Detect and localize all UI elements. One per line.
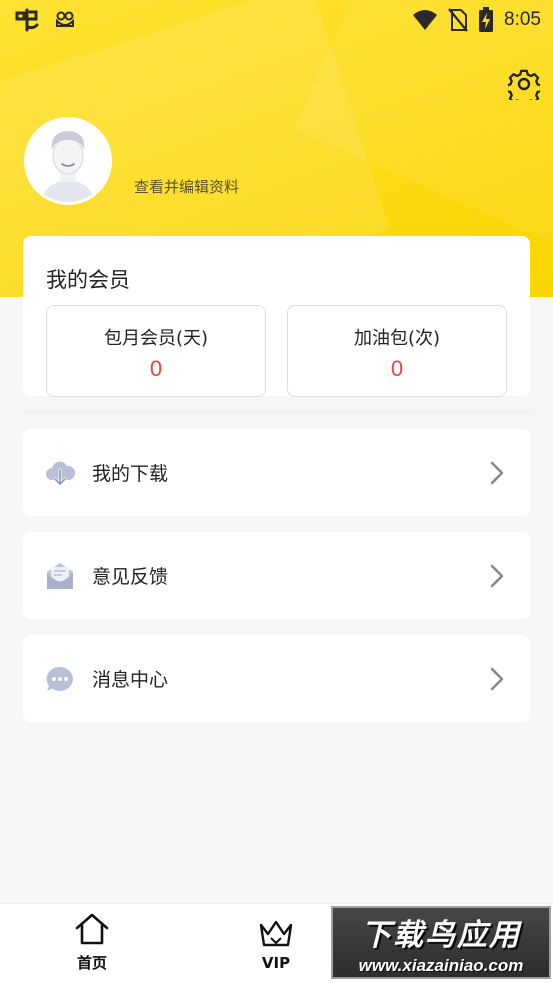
section-divider bbox=[23, 412, 530, 413]
cloud-download-icon bbox=[45, 458, 75, 488]
menu-item-label: 意见反馈 bbox=[92, 566, 169, 588]
app-logo-icon bbox=[14, 7, 40, 33]
chat-bubble-icon bbox=[45, 664, 75, 694]
settings-button[interactable] bbox=[506, 66, 542, 102]
status-bar: 8:05 bbox=[0, 0, 553, 40]
gear-icon bbox=[508, 69, 540, 100]
membership-title: 我的会员 bbox=[46, 268, 130, 292]
monthly-membership-label: 包月会员(天) bbox=[103, 328, 209, 349]
no-sim-icon bbox=[448, 8, 468, 32]
crown-icon bbox=[259, 920, 293, 947]
watermark-title: 下载鸟应用 bbox=[361, 917, 521, 953]
monthly-membership-box[interactable]: 包月会员(天) 0 bbox=[46, 305, 266, 397]
menu-item-label: 消息中心 bbox=[92, 669, 169, 691]
nav-tab-vip[interactable]: VIP bbox=[231, 918, 321, 972]
avatar[interactable] bbox=[24, 117, 112, 205]
chevron-right-icon bbox=[482, 461, 512, 485]
boost-pack-label: 加油包(次) bbox=[353, 328, 441, 349]
membership-card: 我的会员 包月会员(天) 0 加油包(次) 0 bbox=[23, 236, 530, 397]
wifi-icon bbox=[412, 9, 438, 31]
nav-tab-home[interactable]: 首页 bbox=[47, 912, 137, 973]
menu-item-downloads[interactable]: 我的下载 bbox=[23, 429, 530, 516]
frog-icon bbox=[54, 9, 76, 31]
chevron-right-icon bbox=[482, 667, 512, 691]
site-watermark: 下载鸟应用 www.xiazainiao.com bbox=[331, 906, 551, 979]
monthly-membership-count: 0 bbox=[149, 356, 163, 381]
nav-tab-vip-label: VIP bbox=[261, 954, 291, 972]
menu-item-label: 我的下载 bbox=[92, 463, 169, 485]
envelope-icon bbox=[45, 561, 75, 591]
boost-pack-count: 0 bbox=[390, 356, 404, 381]
edit-profile-link[interactable]: 查看并编辑资料 bbox=[134, 176, 239, 197]
nav-tab-home-label: 首页 bbox=[76, 954, 107, 972]
status-time: 8:05 bbox=[504, 9, 541, 30]
watermark-url: www.xiazainiao.com bbox=[358, 955, 524, 975]
chevron-right-icon bbox=[482, 564, 512, 588]
battery-charging-icon bbox=[478, 7, 494, 33]
boost-pack-box[interactable]: 加油包(次) 0 bbox=[287, 305, 507, 397]
menu-item-messages[interactable]: 消息中心 bbox=[23, 635, 530, 722]
home-icon bbox=[75, 913, 109, 945]
menu-item-feedback[interactable]: 意见反馈 bbox=[23, 532, 530, 619]
